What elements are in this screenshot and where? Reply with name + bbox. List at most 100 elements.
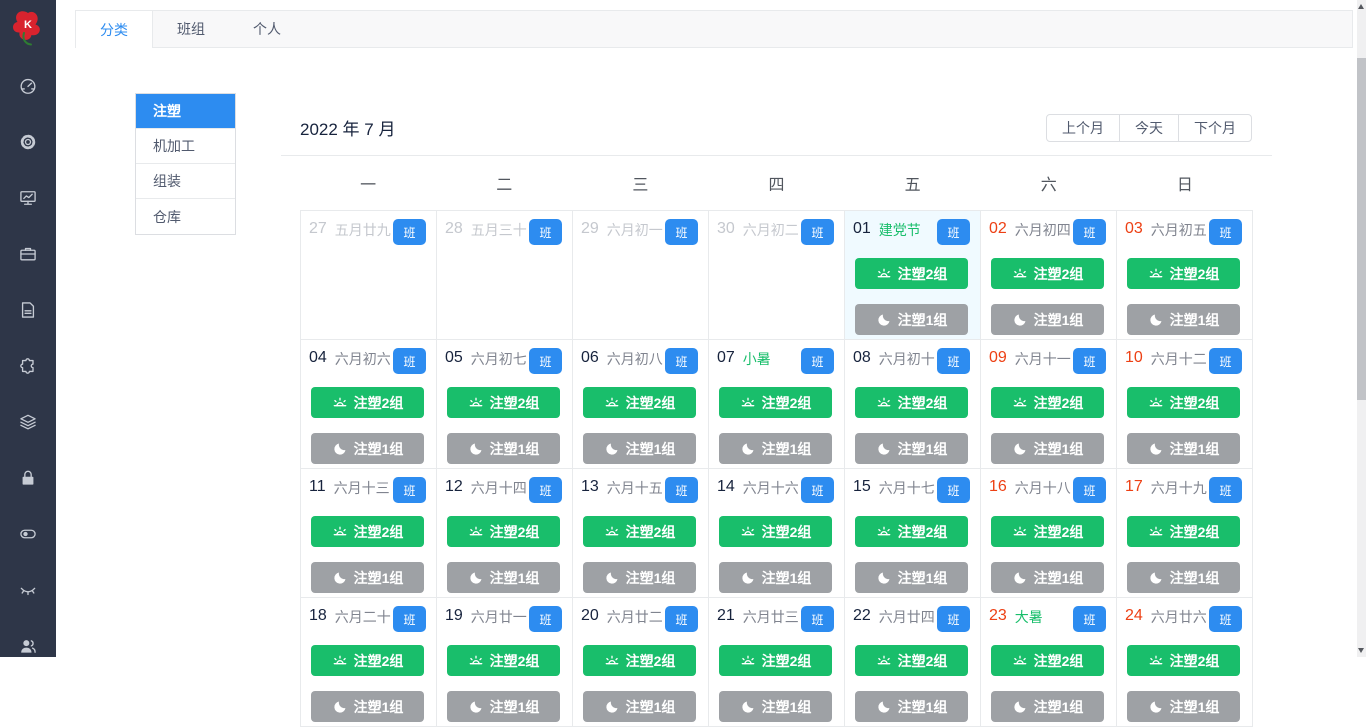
night-shift-button[interactable]: 注塑1组: [1127, 691, 1240, 722]
shift-badge[interactable]: 班: [393, 348, 426, 374]
lock-icon[interactable]: [18, 468, 38, 488]
calendar-day-cell[interactable]: 15 六月十七 班 注塑2组 注塑1组: [845, 469, 981, 598]
day-shift-button[interactable]: 注塑2组: [991, 387, 1104, 418]
calendar-day-cell[interactable]: 23 大暑 班 注塑2组 注塑1组: [981, 598, 1117, 727]
shift-badge[interactable]: 班: [665, 606, 698, 632]
night-shift-button[interactable]: 注塑1组: [855, 562, 968, 593]
shift-badge[interactable]: 班: [937, 219, 970, 245]
shift-badge[interactable]: 班: [801, 348, 834, 374]
shift-badge[interactable]: 班: [665, 348, 698, 374]
tab-group[interactable]: 班组: [153, 11, 229, 47]
shift-badge[interactable]: 班: [529, 219, 562, 245]
calendar-day-cell[interactable]: 02 六月初四 班 注塑2组 注塑1组: [981, 211, 1117, 340]
category-item-injection[interactable]: 注塑: [136, 94, 235, 129]
day-shift-button[interactable]: 注塑2组: [311, 516, 424, 547]
page-scrollbar[interactable]: [1357, 0, 1366, 657]
calendar-day-cell[interactable]: 28 五月三十 班: [437, 211, 573, 340]
day-shift-button[interactable]: 注塑2组: [991, 645, 1104, 676]
night-shift-button[interactable]: 注塑1组: [991, 562, 1104, 593]
calendar-day-cell[interactable]: 27 五月廿九 班: [301, 211, 437, 340]
day-shift-button[interactable]: 注塑2组: [855, 387, 968, 418]
day-shift-button[interactable]: 注塑2组: [1127, 258, 1240, 289]
calendar-day-cell[interactable]: 22 六月廿四 班 注塑2组 注塑1组: [845, 598, 981, 727]
layers-icon[interactable]: [18, 412, 38, 432]
shift-badge[interactable]: 班: [937, 606, 970, 632]
calendar-day-cell[interactable]: 09 六月十一 班 注塑2组 注塑1组: [981, 340, 1117, 469]
day-shift-button[interactable]: 注塑2组: [991, 258, 1104, 289]
night-shift-button[interactable]: 注塑1组: [855, 304, 968, 335]
shift-badge[interactable]: 班: [665, 219, 698, 245]
calendar-day-cell[interactable]: 30 六月初二 班: [709, 211, 845, 340]
night-shift-button[interactable]: 注塑1组: [991, 691, 1104, 722]
shift-badge[interactable]: 班: [801, 606, 834, 632]
calendar-day-cell[interactable]: 07 小暑 班 注塑2组 注塑1组: [709, 340, 845, 469]
scroll-up-arrow-icon[interactable]: [1358, 4, 1364, 9]
day-shift-button[interactable]: 注塑2组: [1127, 645, 1240, 676]
shift-badge[interactable]: 班: [801, 219, 834, 245]
shift-badge[interactable]: 班: [665, 477, 698, 503]
briefcase-icon[interactable]: [18, 244, 38, 264]
day-shift-button[interactable]: 注塑2组: [719, 387, 832, 418]
day-shift-button[interactable]: 注塑2组: [855, 258, 968, 289]
day-shift-button[interactable]: 注塑2组: [583, 516, 696, 547]
shift-badge[interactable]: 班: [1209, 219, 1242, 245]
night-shift-button[interactable]: 注塑1组: [1127, 562, 1240, 593]
shift-badge[interactable]: 班: [1209, 606, 1242, 632]
day-shift-button[interactable]: 注塑2组: [1127, 387, 1240, 418]
toggle-icon[interactable]: [18, 524, 38, 544]
day-shift-button[interactable]: 注塑2组: [447, 645, 560, 676]
shift-badge[interactable]: 班: [529, 348, 562, 374]
night-shift-button[interactable]: 注塑1组: [311, 691, 424, 722]
night-shift-button[interactable]: 注塑1组: [1127, 304, 1240, 335]
calendar-day-cell[interactable]: 18 六月二十 班 注塑2组 注塑1组: [301, 598, 437, 727]
calendar-day-cell[interactable]: 12 六月十四 班 注塑2组 注塑1组: [437, 469, 573, 598]
calendar-day-cell[interactable]: 10 六月十二 班 注塑2组 注塑1组: [1117, 340, 1253, 469]
shift-badge[interactable]: 班: [1073, 477, 1106, 503]
night-shift-button[interactable]: 注塑1组: [583, 433, 696, 464]
today-button[interactable]: 今天: [1119, 114, 1179, 142]
day-shift-button[interactable]: 注塑2组: [991, 516, 1104, 547]
shift-badge[interactable]: 班: [937, 477, 970, 503]
night-shift-button[interactable]: 注塑1组: [447, 433, 560, 464]
day-shift-button[interactable]: 注塑2组: [311, 645, 424, 676]
shift-badge[interactable]: 班: [529, 606, 562, 632]
day-shift-button[interactable]: 注塑2组: [583, 387, 696, 418]
prev-month-button[interactable]: 上个月: [1046, 114, 1120, 142]
shift-badge[interactable]: 班: [801, 477, 834, 503]
category-item-machining[interactable]: 机加工: [136, 129, 235, 164]
shift-badge[interactable]: 班: [1073, 606, 1106, 632]
calendar-day-cell[interactable]: 19 六月廿一 班 注塑2组 注塑1组: [437, 598, 573, 727]
day-shift-button[interactable]: 注塑2组: [719, 645, 832, 676]
shift-badge[interactable]: 班: [1209, 348, 1242, 374]
night-shift-button[interactable]: 注塑1组: [855, 433, 968, 464]
tab-category[interactable]: 分类: [75, 10, 153, 48]
night-shift-button[interactable]: 注塑1组: [583, 562, 696, 593]
shift-badge[interactable]: 班: [1209, 477, 1242, 503]
scrollbar-thumb[interactable]: [1357, 58, 1366, 400]
gear-icon[interactable]: [18, 132, 38, 152]
night-shift-button[interactable]: 注塑1组: [991, 433, 1104, 464]
night-shift-button[interactable]: 注塑1组: [719, 433, 832, 464]
calendar-day-cell[interactable]: 05 六月初七 班 注塑2组 注塑1组: [437, 340, 573, 469]
calendar-day-cell[interactable]: 24 六月廿六 班 注塑2组 注塑1组: [1117, 598, 1253, 727]
calendar-day-cell[interactable]: 20 六月廿二 班 注塑2组 注塑1组: [573, 598, 709, 727]
day-shift-button[interactable]: 注塑2组: [311, 387, 424, 418]
shift-badge[interactable]: 班: [393, 219, 426, 245]
day-shift-button[interactable]: 注塑2组: [447, 516, 560, 547]
puzzle-icon[interactable]: [18, 356, 38, 376]
night-shift-button[interactable]: 注塑1组: [447, 562, 560, 593]
day-shift-button[interactable]: 注塑2组: [719, 516, 832, 547]
category-item-assembly[interactable]: 组装: [136, 164, 235, 199]
calendar-day-cell[interactable]: 03 六月初五 班 注塑2组 注塑1组: [1117, 211, 1253, 340]
day-shift-button[interactable]: 注塑2组: [447, 387, 560, 418]
calendar-day-cell[interactable]: 21 六月廿三 班 注塑2组 注塑1组: [709, 598, 845, 727]
shift-badge[interactable]: 班: [393, 606, 426, 632]
calendar-day-cell[interactable]: 17 六月十九 班 注塑2组 注塑1组: [1117, 469, 1253, 598]
calendar-day-cell[interactable]: 11 六月十三 班 注塑2组 注塑1组: [301, 469, 437, 598]
night-shift-button[interactable]: 注塑1组: [719, 562, 832, 593]
day-shift-button[interactable]: 注塑2组: [855, 645, 968, 676]
category-item-warehouse[interactable]: 仓库: [136, 199, 235, 234]
tab-personal[interactable]: 个人: [229, 11, 305, 47]
night-shift-button[interactable]: 注塑1组: [855, 691, 968, 722]
day-shift-button[interactable]: 注塑2组: [1127, 516, 1240, 547]
